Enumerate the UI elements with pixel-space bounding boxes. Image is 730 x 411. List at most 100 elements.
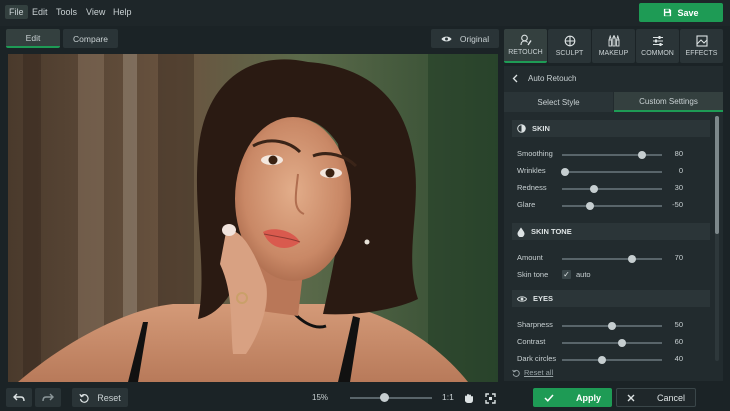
panel-header: Auto Retouch [504,66,723,90]
sculpt-crosshair-icon [564,35,575,47]
contrast-slider[interactable] [562,339,662,347]
slider-value: 60 [674,337,683,346]
menu-edit[interactable]: Edit [28,5,52,19]
menu-tools[interactable]: Tools [52,5,81,19]
settings-panel: Auto Retouch Select Style Custom Setting… [504,66,723,381]
slider-label: Amount [517,253,543,262]
slider-value: 70 [674,253,683,262]
tab-makeup-label: MAKEUP [598,50,629,57]
section-eyes-title: EYES [533,294,554,303]
reset-label: Reset [97,392,121,403]
reset-all-link[interactable]: Reset all [512,368,553,377]
save-button[interactable]: Save [639,3,723,22]
slider-value: 30 [674,183,683,192]
zoom-slider-track[interactable] [350,397,432,399]
back-chevron-icon[interactable] [512,74,518,83]
tab-custom-settings[interactable]: Custom Settings [614,92,723,112]
slider-handle[interactable] [590,185,598,193]
menu-help[interactable]: Help [109,5,136,19]
auto-checkbox-label: auto [576,270,591,279]
tab-compare[interactable]: Compare [63,29,118,48]
slider-value: 0 [678,166,683,175]
skin-face-icon [517,124,526,133]
slider-label: Smoothing [517,149,553,158]
redo-button[interactable] [35,388,61,407]
original-button[interactable]: Original [431,29,499,48]
slider-value: -50 [672,200,683,209]
glare-slider[interactable] [562,202,662,210]
tab-makeup[interactable]: MAKEUP [592,29,635,63]
tab-sculpt-label: SCULPT [555,50,584,57]
panel-scrollbar[interactable] [715,116,719,361]
menu-view[interactable]: View [82,5,109,19]
photo-canvas[interactable] [8,54,498,382]
slider-handle[interactable] [628,255,636,263]
fit-screen-button[interactable] [485,391,496,409]
slider-label: Redness [517,183,547,192]
retouch-brush-icon [519,34,532,46]
original-label: Original [459,33,490,44]
zoom-slider-handle[interactable] [380,393,390,402]
zoom-1-to-1-button[interactable]: 1:1 [442,392,454,402]
slider-handle[interactable] [608,322,616,330]
slider-handle[interactable] [638,151,646,159]
tab-common[interactable]: COMMON [636,29,679,63]
section-eyes-header[interactable]: EYES [512,290,710,307]
panel-title: Auto Retouch [528,73,577,83]
redness-slider[interactable] [562,185,662,193]
fit-screen-icon [485,393,496,404]
tab-effects-label: EFFECTS [685,50,718,57]
tool-tabs: RETOUCH SCULPT MAKEUP COMMON EFFECTS [504,29,724,63]
portrait-image [8,54,498,382]
section-skin-tone-title: SKIN TONE [531,227,572,236]
eye-icon [517,295,527,302]
menu-bar: File Edit Tools View Help Save [0,0,730,26]
sharpness-slider[interactable] [562,322,662,330]
tab-sculpt[interactable]: SCULPT [548,29,591,63]
section-skin-tone-header[interactable]: SKIN TONE [512,223,710,240]
tab-select-style[interactable]: Select Style [504,92,613,112]
hand-tool-button[interactable] [463,391,474,409]
cancel-button[interactable]: Cancel [616,388,696,407]
slider-label: Sharpness [517,320,553,329]
reset-all-label: Reset all [524,368,554,377]
reset-icon [512,369,520,377]
tab-edit[interactable]: Edit [6,29,60,48]
undo-icon [13,393,25,402]
close-icon [627,394,635,401]
smoothing-slider[interactable] [562,151,662,159]
scrollbar-thumb[interactable] [715,116,719,234]
slider-handle[interactable] [561,168,569,176]
slider-handle[interactable] [618,339,626,347]
slider-handle[interactable] [598,356,606,364]
auto-checkbox[interactable]: ✓ [562,270,571,279]
section-skin-header[interactable]: SKIN [512,120,710,137]
slider-value: 80 [674,149,683,158]
apply-label: Apply [575,392,601,403]
slider-value: 40 [674,354,683,363]
checkmark-icon [544,393,554,402]
slider-label: Contrast [517,337,546,346]
reset-icon [79,393,89,403]
eye-icon [441,36,452,41]
makeup-brushes-icon [608,35,619,47]
floppy-disk-icon [664,8,672,17]
tab-retouch[interactable]: RETOUCH [504,29,547,63]
tab-effects[interactable]: EFFECTS [680,29,723,63]
reset-button[interactable]: Reset [72,388,128,407]
amount-slider[interactable] [562,255,662,263]
slider-value: 50 [674,320,683,329]
effects-square-icon [695,35,708,47]
slider-label: Dark circles [517,354,557,363]
zoom-percent: 15% [312,393,329,402]
dark-circles-slider[interactable] [562,356,662,364]
undo-button[interactable] [6,388,32,407]
hand-icon [465,394,473,403]
wrinkles-slider[interactable] [561,168,662,176]
apply-button[interactable]: Apply [533,388,612,407]
slider-label: Wrinkles [517,166,546,175]
slider-handle[interactable] [586,202,594,210]
sliders-icon [652,36,663,46]
menu-file[interactable]: File [5,5,28,19]
droplet-icon [517,227,525,237]
